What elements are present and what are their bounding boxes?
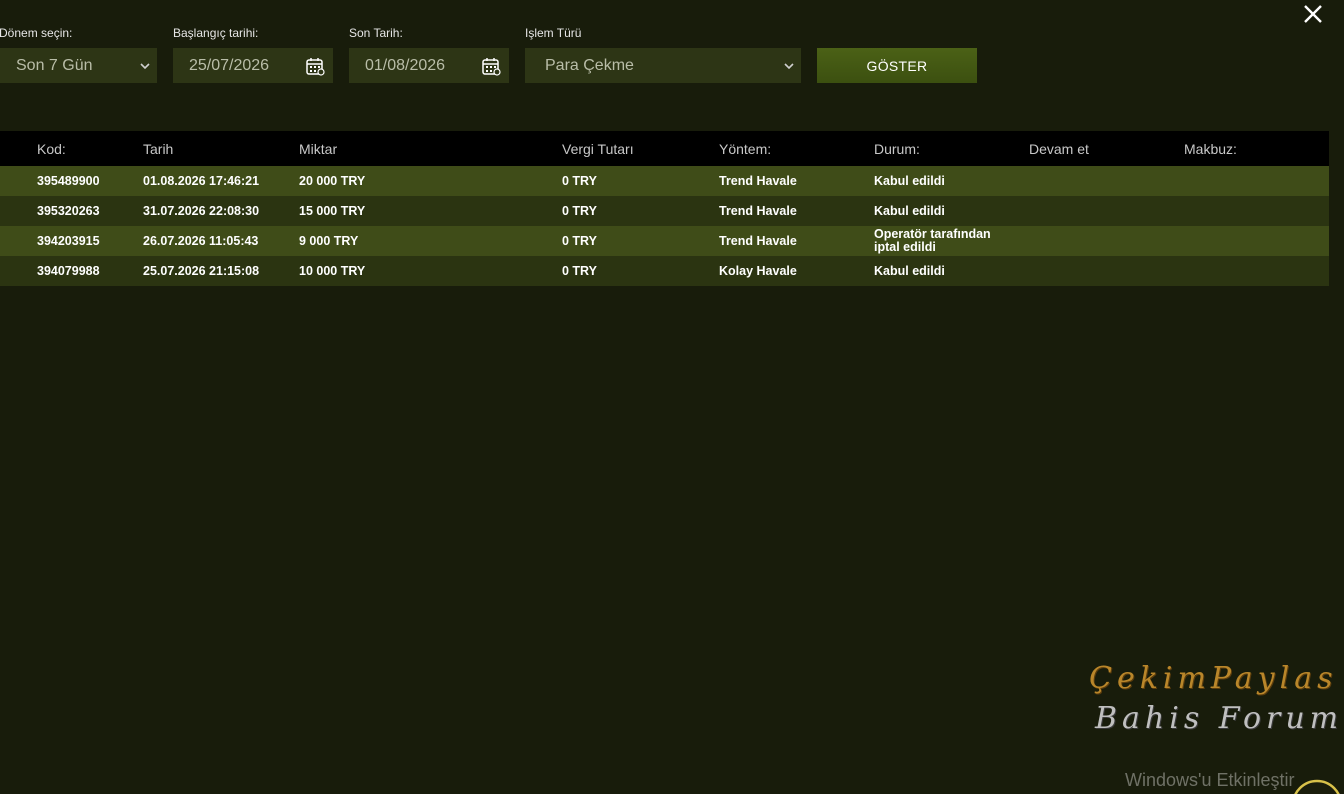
row-code: 394079988 bbox=[37, 264, 100, 278]
column-receipt: Makbuz: bbox=[1184, 141, 1237, 157]
row-status: Kabul edildi bbox=[874, 174, 945, 188]
forum-watermark: ÇekimPaylas Bahis Forum bbox=[1085, 655, 1344, 740]
windows-activation-notice: Windows'u Etkinleştir bbox=[1125, 770, 1295, 790]
row-status: Kabul edildi bbox=[874, 204, 945, 218]
end-date-value: 01/08/2026 bbox=[365, 56, 446, 74]
row-date: 31.07.2026 22:08:30 bbox=[143, 204, 260, 218]
row-amount: 9 000 TRY bbox=[299, 234, 359, 248]
row-status: Operatör tarafından iptal edildi bbox=[874, 228, 1014, 254]
period-select[interactable]: Son 7 Gün bbox=[0, 48, 157, 83]
period-label: Dönem seçin: bbox=[0, 26, 73, 40]
column-date: Tarih bbox=[143, 141, 174, 157]
row-date: 26.07.2026 11:05:43 bbox=[143, 234, 259, 248]
column-amount: Miktar bbox=[299, 141, 338, 157]
row-amount: 10 000 TRY bbox=[299, 264, 366, 278]
row-date: 01.08.2026 17:46:21 bbox=[143, 174, 260, 188]
row-date: 25.07.2026 21:15:08 bbox=[143, 264, 260, 278]
row-method: Trend Havale bbox=[719, 204, 797, 218]
row-code: 395489900 bbox=[37, 174, 100, 188]
table-row: 395489900 01.08.2026 17:46:21 20 000 TRY… bbox=[0, 166, 1329, 196]
row-amount: 15 000 TRY bbox=[299, 204, 366, 218]
column-method: Yöntem: bbox=[719, 141, 772, 157]
period-value: Son 7 Gün bbox=[16, 56, 93, 74]
corner-badge-icon bbox=[1290, 778, 1344, 794]
close-icon bbox=[1304, 5, 1322, 23]
watermark-line-2: Bahis Forum bbox=[1095, 701, 1344, 736]
column-status: Durum: bbox=[874, 141, 920, 157]
end-date-input[interactable]: 01/08/2026 bbox=[349, 48, 509, 83]
row-method: Trend Havale bbox=[719, 174, 797, 188]
calendar-icon[interactable] bbox=[473, 48, 509, 83]
chevron-down-icon bbox=[133, 48, 157, 83]
table-row: 395320263 31.07.2026 22:08:30 15 000 TRY… bbox=[0, 196, 1329, 226]
transaction-history-panel: Dönem seçin: Son 7 Gün Başlangıç tarihi:… bbox=[0, 0, 1344, 794]
row-method: Kolay Havale bbox=[719, 264, 797, 278]
column-code: Kod: bbox=[37, 141, 66, 157]
start-date-label: Başlangıç tarihi: bbox=[173, 26, 259, 40]
column-continue: Devam et bbox=[1029, 141, 1089, 157]
row-status: Kabul edildi bbox=[874, 264, 945, 278]
row-method: Trend Havale bbox=[719, 234, 797, 248]
table-row: 394079988 25.07.2026 21:15:08 10 000 TRY… bbox=[0, 256, 1329, 286]
watermark-line-1: ÇekimPaylas bbox=[1089, 661, 1338, 696]
row-status-line: iptal edildi bbox=[874, 240, 936, 254]
start-date-input[interactable]: 25/07/2026 bbox=[173, 48, 333, 83]
column-tax: Vergi Tutarı bbox=[562, 141, 634, 157]
transactions-table: Kod: Tarih Miktar Vergi Tutarı Yöntem: D… bbox=[0, 131, 1329, 286]
row-tax: 0 TRY bbox=[562, 234, 597, 248]
row-code: 394203915 bbox=[37, 234, 100, 248]
row-tax: 0 TRY bbox=[562, 264, 597, 278]
table-header: Kod: Tarih Miktar Vergi Tutarı Yöntem: D… bbox=[0, 131, 1329, 166]
table-row: 394203915 26.07.2026 11:05:43 9 000 TRY … bbox=[0, 226, 1329, 256]
end-date-label: Son Tarih: bbox=[349, 26, 403, 40]
transaction-type-label: Işlem Türü bbox=[525, 26, 582, 40]
row-tax: 0 TRY bbox=[562, 204, 597, 218]
start-date-value: 25/07/2026 bbox=[189, 56, 270, 74]
close-button[interactable] bbox=[1299, 0, 1327, 28]
transaction-type-value: Para Çekme bbox=[545, 56, 634, 74]
row-code: 395320263 bbox=[37, 204, 100, 218]
transaction-type-select[interactable]: Para Çekme bbox=[525, 48, 801, 83]
row-tax: 0 TRY bbox=[562, 174, 597, 188]
calendar-icon[interactable] bbox=[297, 48, 333, 83]
row-amount: 20 000 TRY bbox=[299, 174, 366, 188]
show-button[interactable]: GÖSTER bbox=[817, 48, 977, 83]
chevron-down-icon bbox=[777, 48, 801, 83]
